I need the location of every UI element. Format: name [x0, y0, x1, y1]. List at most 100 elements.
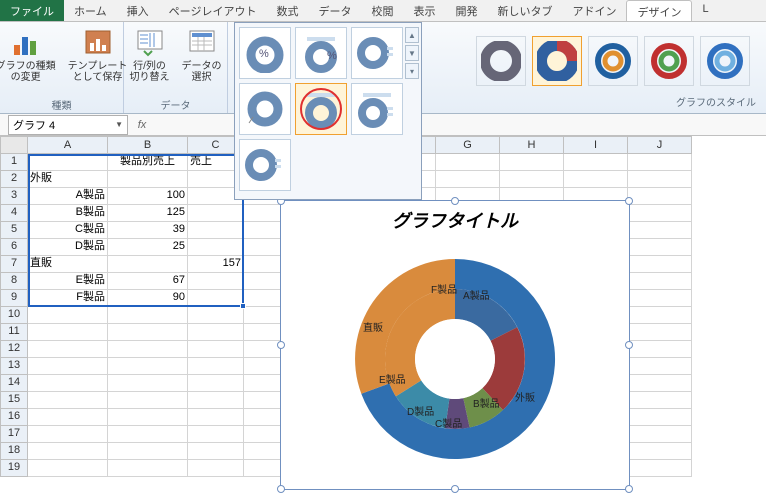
resize-handle[interactable] [277, 341, 285, 349]
cell[interactable] [28, 392, 108, 409]
cell[interactable]: 157 [188, 256, 244, 273]
select-all-corner[interactable] [0, 136, 28, 154]
cell[interactable] [188, 239, 244, 256]
cell[interactable]: A製品 [28, 188, 108, 205]
resize-handle[interactable] [277, 485, 285, 493]
cell[interactable]: 25 [108, 239, 188, 256]
row-header[interactable]: 1 [0, 154, 28, 171]
cell[interactable] [188, 409, 244, 426]
cell[interactable] [188, 426, 244, 443]
row-header[interactable]: 12 [0, 341, 28, 358]
row-header[interactable]: 5 [0, 222, 28, 239]
gallery-scroll-down[interactable]: ▼ [405, 45, 419, 61]
cell[interactable] [188, 324, 244, 341]
cell[interactable] [108, 460, 188, 477]
row-header[interactable]: 8 [0, 273, 28, 290]
row-header[interactable]: 18 [0, 443, 28, 460]
cell[interactable] [28, 409, 108, 426]
layout-1[interactable]: % [239, 27, 291, 79]
cell[interactable] [628, 256, 692, 273]
cell[interactable] [564, 154, 628, 171]
cell[interactable] [108, 324, 188, 341]
select-data-button[interactable]: データの 選択 [177, 24, 227, 86]
fx-button[interactable]: fx [132, 115, 152, 135]
selection-handle[interactable] [240, 303, 246, 309]
layout-7[interactable] [239, 139, 291, 191]
tab-view[interactable]: 表示 [403, 0, 445, 21]
cell[interactable] [628, 290, 692, 307]
row-header[interactable]: 4 [0, 205, 28, 222]
style-swatch-2[interactable] [532, 36, 582, 86]
cell[interactable]: 39 [108, 222, 188, 239]
cell[interactable] [188, 392, 244, 409]
cell[interactable] [628, 341, 692, 358]
cell[interactable]: F製品 [28, 290, 108, 307]
layout-5[interactable] [295, 83, 347, 135]
cell[interactable] [188, 307, 244, 324]
cell[interactable]: D製品 [28, 239, 108, 256]
cell[interactable] [628, 222, 692, 239]
cell[interactable] [500, 171, 564, 188]
tab-developer[interactable]: 開発 [445, 0, 487, 21]
cell[interactable] [28, 443, 108, 460]
cell[interactable] [28, 375, 108, 392]
cell[interactable]: 直販 [28, 256, 108, 273]
cell[interactable]: 67 [108, 273, 188, 290]
tab-page-layout[interactable]: ページレイアウト [159, 0, 267, 21]
tab-addin[interactable]: アドイン [562, 0, 626, 21]
layout-3[interactable] [351, 27, 403, 79]
cell[interactable] [564, 171, 628, 188]
cell[interactable] [628, 273, 692, 290]
cell[interactable] [436, 154, 500, 171]
name-box[interactable]: グラフ 4 ▼ [8, 115, 128, 135]
row-header[interactable]: 16 [0, 409, 28, 426]
cell[interactable] [188, 460, 244, 477]
row-header[interactable]: 13 [0, 358, 28, 375]
cell[interactable] [108, 443, 188, 460]
cell[interactable]: E製品 [28, 273, 108, 290]
cell[interactable] [628, 171, 692, 188]
cell[interactable] [28, 358, 108, 375]
col-header[interactable]: J [628, 136, 692, 154]
chart-title[interactable]: グラフタイトル [281, 201, 629, 239]
cell[interactable] [628, 358, 692, 375]
cell[interactable] [188, 290, 244, 307]
cell[interactable] [28, 307, 108, 324]
resize-handle[interactable] [451, 485, 459, 493]
tab-home[interactable]: ホーム [64, 0, 117, 21]
cell[interactable]: 100 [108, 188, 188, 205]
cell[interactable]: 90 [108, 290, 188, 307]
switch-row-col-button[interactable]: 行/列の 切り替え [125, 24, 175, 86]
row-header[interactable]: 17 [0, 426, 28, 443]
cell[interactable] [28, 324, 108, 341]
row-header[interactable]: 14 [0, 375, 28, 392]
layout-2[interactable]: % [295, 27, 347, 79]
layout-4[interactable] [239, 83, 291, 135]
gallery-scroll-more[interactable]: ▾ [405, 63, 419, 79]
cell[interactable] [628, 324, 692, 341]
tab-file[interactable]: ファイル [0, 0, 64, 21]
gallery-scroll-up[interactable]: ▲ [405, 27, 419, 43]
cell[interactable] [108, 358, 188, 375]
cell[interactable] [628, 392, 692, 409]
row-header[interactable]: 10 [0, 307, 28, 324]
cell[interactable] [188, 358, 244, 375]
cell[interactable] [108, 171, 188, 188]
cell[interactable] [188, 443, 244, 460]
col-header[interactable]: G [436, 136, 500, 154]
resize-handle[interactable] [451, 197, 459, 205]
cell[interactable] [628, 205, 692, 222]
cell[interactable] [188, 205, 244, 222]
cell[interactable] [628, 154, 692, 171]
cell[interactable] [188, 222, 244, 239]
row-header[interactable]: 19 [0, 460, 28, 477]
resize-handle[interactable] [625, 485, 633, 493]
cell[interactable] [108, 375, 188, 392]
cell[interactable] [628, 188, 692, 205]
cell[interactable] [188, 273, 244, 290]
cell[interactable] [188, 375, 244, 392]
cell[interactable] [436, 171, 500, 188]
row-header[interactable]: 2 [0, 171, 28, 188]
cell[interactable] [628, 375, 692, 392]
cell[interactable] [628, 409, 692, 426]
